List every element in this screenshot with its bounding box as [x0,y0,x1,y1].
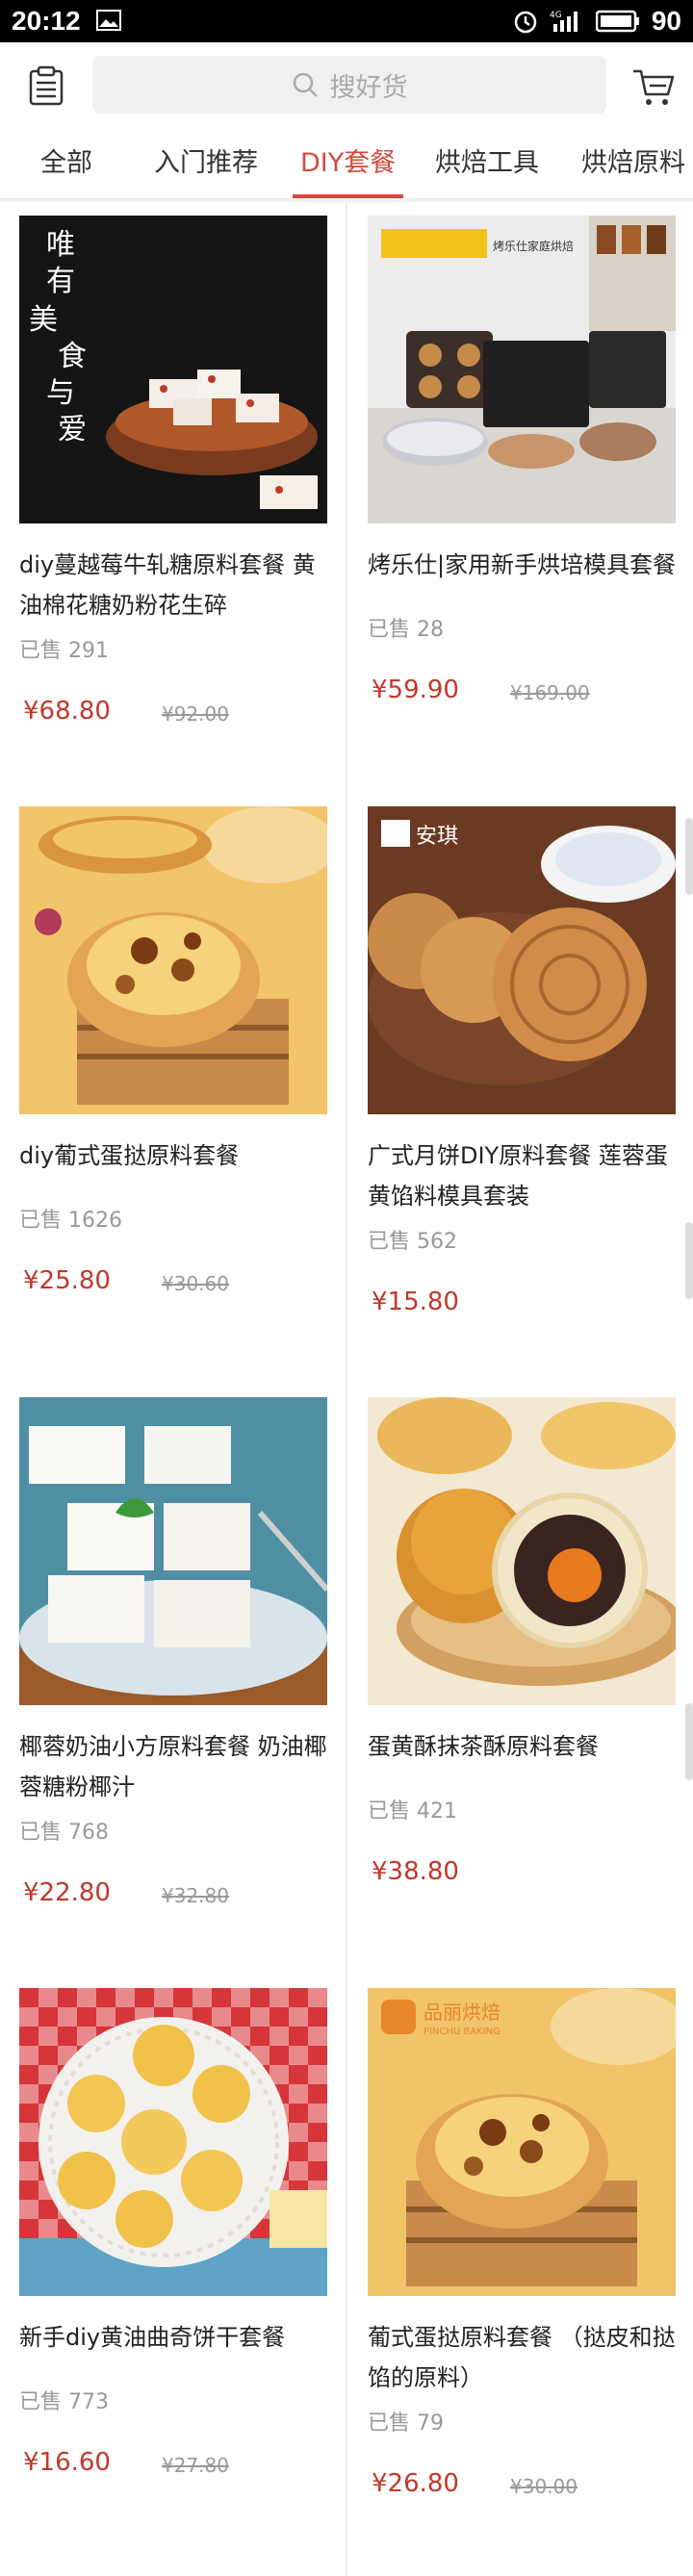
product-title: diy葡式蛋挞原料套餐 [19,1142,240,1169]
image-brand-text: 烤乐仕家庭烘焙 [493,239,574,253]
product-sold: 已售 1626 [19,1209,123,1233]
product-price: ¥16.60 [23,2448,111,2477]
image-text-6: 爱 [58,413,87,446]
image-text-3: 美 [29,303,58,337]
search-icon [293,72,318,97]
product-sold: 已售 28 [368,618,445,642]
tab-beginner[interactable]: 入门推荐 [154,129,258,198]
product-price: ¥68.80 [23,697,111,726]
product-title: 新手diy黄油曲奇饼干套餐 [19,2324,286,2351]
image-brand-text: 安琪 [416,825,458,849]
product-card[interactable]: 烤乐仕家庭烘焙 烤乐仕|家用新手烘培模具套餐 已售 28 ¥59.90 ¥169… [368,202,693,779]
battery-icon [595,10,639,33]
product-image-coconut [19,1397,327,1705]
product-title: 椰蓉奶油小方原料套餐 奶油椰蓉糖粉椰汁 [19,1733,327,1800]
image-text-5: 与 [46,376,75,410]
product-sold: 已售 773 [19,2390,110,2414]
product-price: ¥25.80 [23,1266,111,1295]
status-bar: 20:12 4G 90 [0,0,693,42]
image-text-2: 有 [46,265,75,298]
product-card[interactable]: 椰蓉奶油小方原料套餐 奶油椰蓉糖粉椰汁 已售 768 ¥22.80 ¥32.80 [19,1384,346,1961]
product-price: ¥22.80 [23,1878,111,1907]
product-card[interactable]: diy葡式蛋挞原料套餐 已售 1626 ¥25.80 ¥30.60 [19,793,346,1370]
scrollbar-thumb[interactable] [685,1703,693,1780]
product-price: ¥15.80 [372,1288,459,1316]
scrollbar-thumb[interactable] [685,1222,693,1299]
scrollbar-thumb[interactable] [685,818,693,895]
product-sold: 已售 768 [19,1821,110,1845]
product-image-molds: 烤乐仕家庭烘焙 [368,216,676,523]
battery-level: 90 [651,6,681,36]
product-title: 烤乐仕|家用新手烘培模具套餐 [368,551,677,578]
product-title: diy蔓越莓牛轧糖原料套餐 黄油棉花糖奶粉花生碎 [19,551,316,619]
product-image-egg-tart [19,806,327,1114]
product-sold: 已售 79 [368,2411,445,2436]
product-old-price: ¥92.00 [162,702,229,726]
product-price: ¥38.80 [372,1857,459,1886]
image-text-4: 食 [58,340,87,373]
product-old-price: ¥30.60 [162,1272,229,1295]
image-text-1: 唯 [46,228,75,262]
tab-tools[interactable]: 烘焙工具 [435,129,539,198]
network-label: 4G [550,11,562,20]
product-card[interactable]: 安琪 广式月饼DIY原料套餐 莲蓉蛋黄馅料模具套装 已售 562 ¥15.80 [368,793,693,1370]
tab-diy[interactable]: DIY套餐 [293,129,404,198]
cart-icon[interactable] [631,65,676,108]
product-old-price: ¥27.80 [162,2454,229,2477]
product-image-egg-tart-2: 品丽烘焙 PINCHU BAKING [368,1988,676,2296]
image-brand-text: 品丽烘焙 [424,2001,500,2024]
clipboard-list-icon[interactable] [25,65,67,108]
product-title: 广式月饼DIY原料套餐 莲蓉蛋黄馅料模具套装 [368,1142,668,1210]
gallery-icon [96,10,121,31]
search-placeholder: 搜好货 [329,72,408,103]
product-sold: 已售 291 [19,639,110,663]
product-card[interactable]: 新手diy黄油曲奇饼干套餐 已售 773 ¥16.60 ¥27.80 [19,1975,346,2552]
product-title: 葡式蛋挞原料套餐 （挞皮和挞馅的原料） [368,2324,676,2391]
product-title: 蛋黄酥抹茶酥原料套餐 [368,1733,599,1760]
alarm-icon [514,11,537,34]
product-image-cookies [19,1988,327,2296]
product-card[interactable]: 唯 有 美 食 与 爱 diy蔓越莓牛轧糖原料套餐 黄油棉花糖奶粉花生碎 已售 … [19,202,346,779]
tab-diy-label: DIY套餐 [300,148,397,178]
top-header: 搜好货 [0,42,693,129]
product-old-price: ¥169.00 [510,681,590,704]
tab-ingredients[interactable]: 烘焙原料 [581,129,685,198]
product-card[interactable]: 蛋黄酥抹茶酥原料套餐 已售 421 ¥38.80 [368,1384,693,1961]
search-input[interactable]: 搜好货 [92,56,606,114]
product-price: ¥59.90 [372,676,459,704]
product-sold: 已售 421 [368,1799,458,1824]
image-brand-subtext: PINCHU BAKING [424,2027,500,2037]
product-old-price: ¥30.00 [510,2475,578,2498]
product-image-nougat: 唯 有 美 食 与 爱 [19,216,327,523]
product-sold: 已售 562 [368,1230,458,1254]
product-price: ¥26.80 [372,2469,459,2498]
product-old-price: ¥32.80 [162,1884,229,1907]
product-image-mooncake: 安琪 [368,806,676,1114]
product-grid: 唯 有 美 食 与 爱 diy蔓越莓牛轧糖原料套餐 黄油棉花糖奶粉花生碎 已售 … [0,202,693,2576]
tab-all[interactable]: 全部 [40,129,92,198]
signal-4g-icon: 4G [550,11,578,32]
category-tabs: 全部 入门推荐 DIY套餐 烘焙工具 烘焙原料 [0,129,693,199]
tab-active-indicator [293,194,404,198]
product-image-yolk-pastry [368,1397,676,1705]
status-time: 20:12 [12,6,81,36]
product-card[interactable]: 品丽烘焙 PINCHU BAKING 葡式蛋挞原料套餐 （挞皮和挞馅的原料） 已… [368,1975,693,2552]
